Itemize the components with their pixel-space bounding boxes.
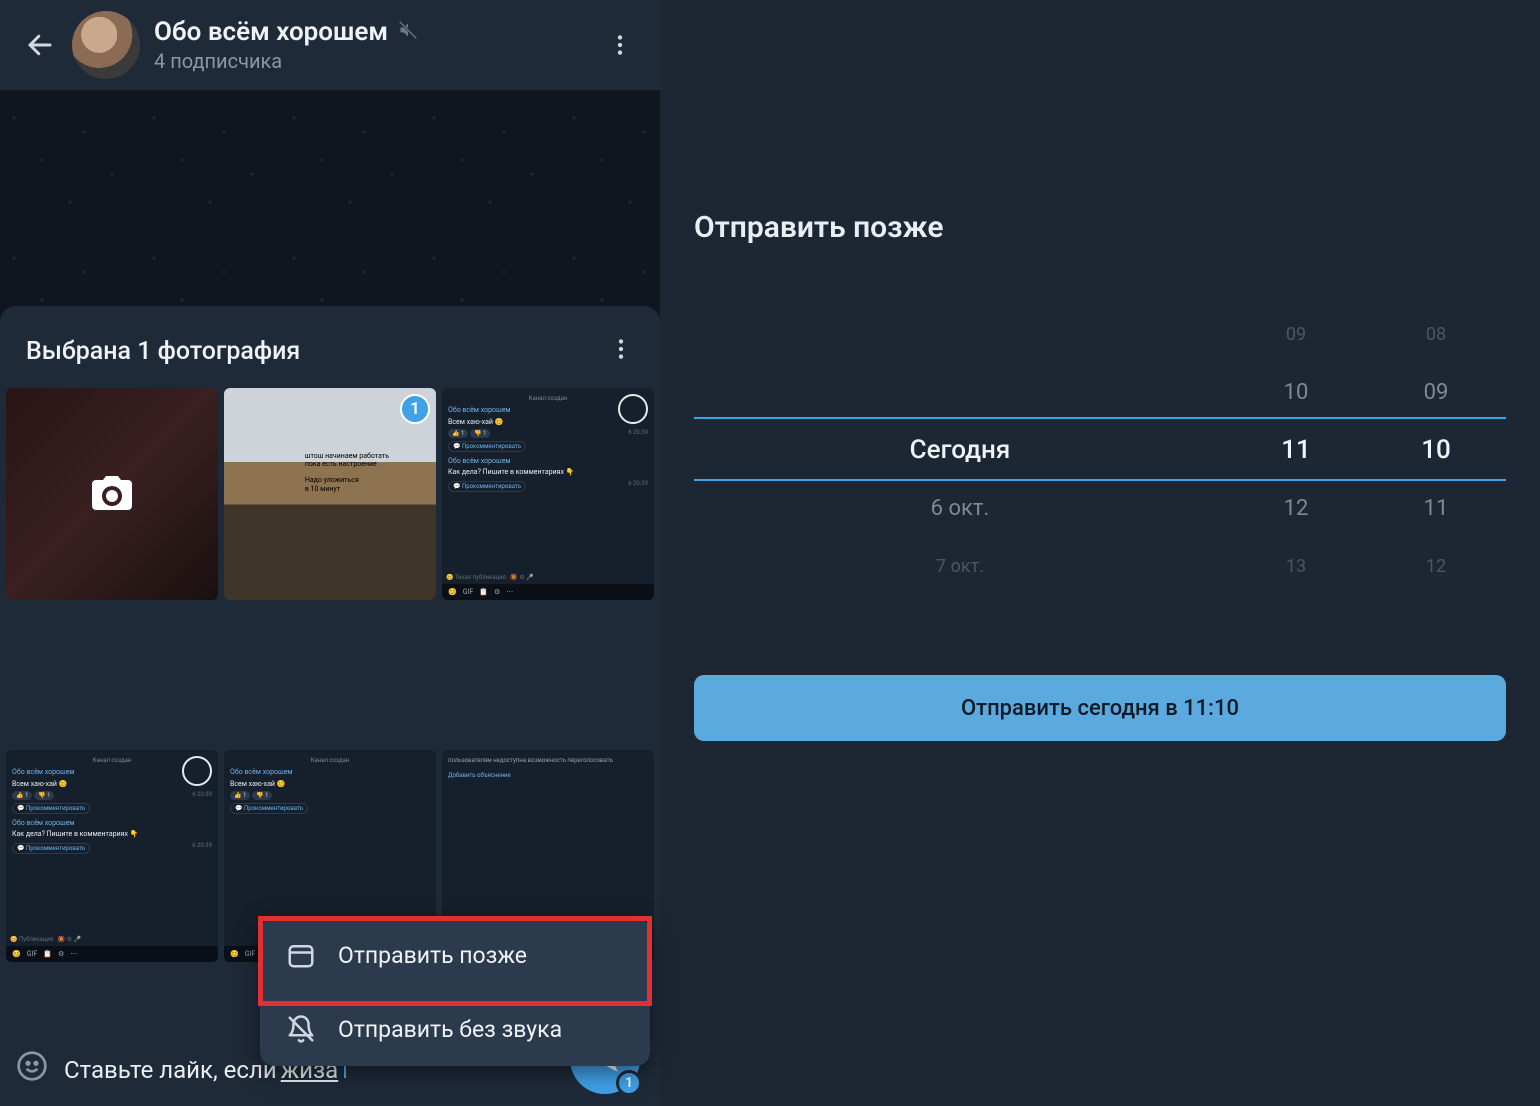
camera-tile[interactable] bbox=[6, 388, 218, 600]
sheet-header: Выбрана 1 фотография bbox=[0, 322, 660, 388]
sheet-more-button[interactable] bbox=[602, 330, 640, 372]
bell-off-icon bbox=[286, 1014, 316, 1044]
arrow-left-icon bbox=[25, 30, 55, 60]
picker-row[interactable]: 6 окт. 12 11 bbox=[694, 479, 1506, 537]
camera-icon bbox=[88, 470, 136, 518]
thumb-caption: штош начинаем работать пока есть настрое… bbox=[305, 452, 432, 494]
emoji-button[interactable] bbox=[16, 1050, 48, 1086]
selection-badge: 1 bbox=[400, 394, 430, 424]
selection-ring bbox=[182, 756, 212, 786]
avatar[interactable] bbox=[72, 11, 140, 79]
schedule-send-label: Отправить позже bbox=[338, 942, 527, 969]
datetime-picker[interactable]: 09 08 10 09 Сегодня 11 10 6 окт. 12 11 7… bbox=[694, 305, 1506, 595]
silent-send-label: Отправить без звука bbox=[338, 1016, 562, 1043]
calendar-icon bbox=[286, 940, 316, 970]
schedule-confirm-label: Отправить сегодня в 11:10 bbox=[961, 696, 1239, 721]
selection-ring bbox=[618, 394, 648, 424]
picker-row-selected[interactable]: Сегодня 11 10 bbox=[694, 421, 1506, 479]
send-count-badge: 1 bbox=[616, 1070, 642, 1096]
more-vertical-icon bbox=[607, 32, 633, 58]
chat-header-more-button[interactable] bbox=[598, 23, 642, 67]
schedule-title: Отправить позже bbox=[694, 210, 1506, 245]
schedule-dialog: Отправить позже 09 08 10 09 Сегодня 11 1… bbox=[660, 0, 1540, 1106]
picker-row[interactable]: 09 08 bbox=[694, 305, 1506, 363]
attachment-sheet: Выбрана 1 фотография штош начинаем работ… bbox=[0, 306, 660, 1106]
chat-title: Обо всём хорошем bbox=[154, 17, 388, 47]
picker-row[interactable]: 10 09 bbox=[694, 363, 1506, 421]
schedule-send-item[interactable]: Отправить позже bbox=[260, 918, 650, 992]
chat-header: Обо всём хорошем 4 подписчика bbox=[0, 0, 660, 90]
mute-icon bbox=[398, 20, 418, 44]
back-button[interactable] bbox=[18, 23, 62, 67]
gallery-thumb[interactable]: Канал создан Обо всём хорошем Всем хаю-х… bbox=[442, 388, 654, 600]
smile-icon bbox=[16, 1050, 48, 1082]
gallery-thumb[interactable]: Канал создан Обо всём хорошем Всем хаю-х… bbox=[6, 750, 218, 962]
send-context-menu: Отправить позже Отправить без звука bbox=[260, 918, 650, 1066]
silent-send-item[interactable]: Отправить без звука bbox=[260, 992, 650, 1066]
more-vertical-icon bbox=[608, 336, 634, 362]
caption-text-plain: Ставьте лайк, если bbox=[64, 1056, 277, 1084]
picker-row[interactable]: 7 окт. 13 12 bbox=[694, 537, 1506, 595]
chat-screen: Обо всём хорошем 4 подписчика Выбрана 1 … bbox=[0, 0, 660, 1106]
gallery-thumb[interactable]: штош начинаем работать пока есть настрое… bbox=[224, 388, 436, 600]
chat-subtitle: 4 подписчика bbox=[154, 49, 598, 73]
chat-title-block[interactable]: Обо всём хорошем 4 подписчика bbox=[154, 17, 598, 73]
sheet-title: Выбрана 1 фотография bbox=[26, 337, 602, 366]
schedule-confirm-button[interactable]: Отправить сегодня в 11:10 bbox=[694, 675, 1506, 741]
